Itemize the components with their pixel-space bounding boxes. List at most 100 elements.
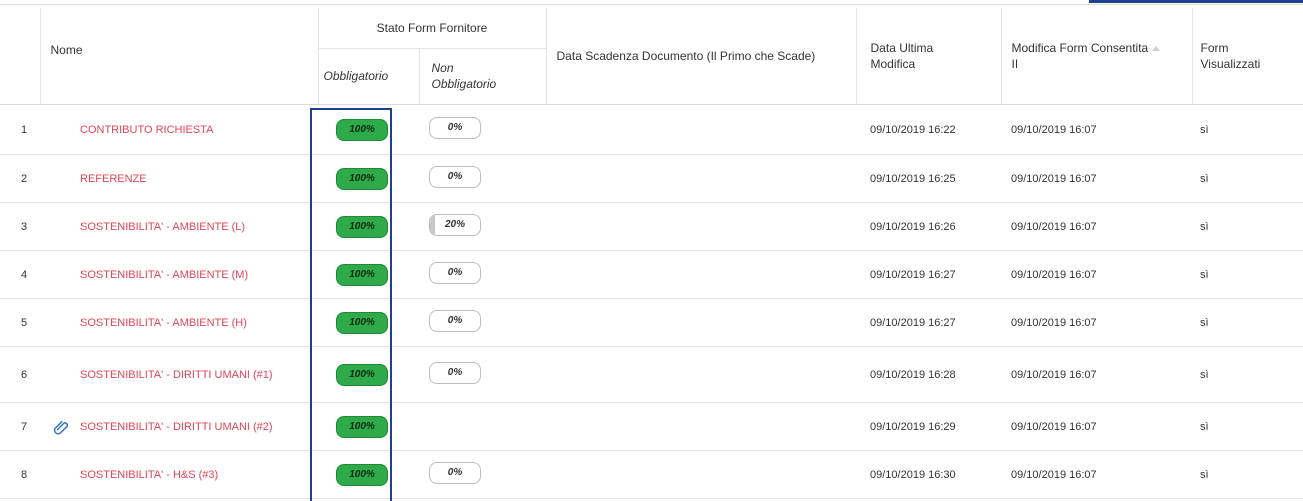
form-name-link[interactable]: SOSTENIBILITA' - H&S (#3) [80, 467, 280, 483]
scadenza-cell [546, 450, 857, 499]
table-row[interactable]: 7 SOSTENIBILITA' - DIRITTI UMANI (#2) 10… [0, 402, 1303, 451]
table-row[interactable]: 1 CONTRIBUTO RICHIESTA 100% 0% 09/10/201… [0, 104, 1303, 155]
scadenza-cell [546, 154, 857, 203]
form-name-link[interactable]: SOSTENIBILITA' - DIRITTI UMANI (#1) [80, 367, 280, 383]
row-index: 1 [0, 104, 40, 155]
table-row[interactable]: 5 SOSTENIBILITA' - AMBIENTE (H) 100% 0% … [0, 298, 1303, 347]
non-obbligatorio-cell: 0% [419, 154, 547, 203]
col-header-form-visualizzati[interactable]: Form Visualizzati [1192, 8, 1303, 104]
row-name-cell[interactable]: REFERENZE [40, 154, 318, 203]
modifica-consentita-cell: 09/10/2019 16:07 [1001, 450, 1193, 499]
non-obbligatorio-progress-pill: 0% [429, 262, 481, 284]
obbligatorio-cell: 100% [318, 402, 419, 451]
non-obbligatorio-cell [419, 402, 547, 451]
non-obbligatorio-progress-pill: 0% [429, 166, 481, 188]
non-obbligatorio-progress-text: 0% [447, 467, 463, 478]
form-name-link[interactable]: SOSTENIBILITA' - AMBIENTE (L) [80, 219, 280, 235]
row-index: 6 [0, 346, 40, 403]
obbligatorio-progress-text: 100% [349, 468, 375, 480]
row-name-cell[interactable]: SOSTENIBILITA' - AMBIENTE (H) [40, 298, 318, 347]
non-obbligatorio-progress-pill: 0% [429, 117, 481, 139]
scadenza-cell [546, 202, 857, 251]
obbligatorio-cell: 100% [318, 104, 419, 155]
obbligatorio-progress-text: 100% [349, 172, 375, 184]
visualizzati-cell: sì [1192, 402, 1303, 451]
row-name-cell[interactable]: SOSTENIBILITA' - DIRITTI UMANI (#2) [40, 402, 318, 451]
col-header-non-obbligatorio[interactable]: Non Obbligatorio [419, 48, 547, 104]
attachment-icon[interactable] [52, 418, 70, 436]
col-header-nome[interactable]: Nome [40, 8, 319, 104]
ultima-modifica-cell: 09/10/2019 16:26 [856, 202, 1002, 251]
non-obbligatorio-progress-text: 0% [447, 267, 463, 278]
obbligatorio-progress-text: 100% [349, 316, 375, 328]
form-name-link[interactable]: SOSTENIBILITA' - DIRITTI UMANI (#2) [80, 419, 280, 435]
col-header-visualizzati-label: Form Visualizzati [1200, 41, 1261, 71]
form-name-link[interactable]: SOSTENIBILITA' - AMBIENTE (M) [80, 267, 280, 283]
row-name-cell[interactable]: SOSTENIBILITA' - H&S (#3) [40, 450, 318, 499]
non-obbligatorio-progress-pill: 0% [429, 462, 481, 484]
col-header-data-ultima[interactable]: Data Ultima Modifica [856, 8, 1002, 104]
obbligatorio-cell: 100% [318, 154, 419, 203]
obbligatorio-progress-text: 100% [349, 220, 375, 232]
row-name-cell[interactable]: SOSTENIBILITA' - AMBIENTE (M) [40, 250, 318, 299]
col-header-non-obbligatorio-label: Non Obbligatorio [431, 61, 497, 92]
table-row[interactable]: 8 SOSTENIBILITA' - H&S (#3) 100% 0% 09/1… [0, 450, 1303, 499]
table-row[interactable]: 2 REFERENZE 100% 0% 09/10/2019 16:25 09/… [0, 154, 1303, 203]
col-header-obbligatorio[interactable]: Obbligatorio [318, 48, 420, 104]
row-index: 3 [0, 202, 40, 251]
forms-table: Nome Stato Form Fornitore Data Scadenza … [0, 8, 1303, 499]
visualizzati-cell: sì [1192, 250, 1303, 299]
scadenza-cell [546, 346, 857, 403]
modifica-consentita-cell: 09/10/2019 16:07 [1001, 104, 1193, 155]
visualizzati-cell: sì [1192, 346, 1303, 403]
ultima-modifica-cell: 09/10/2019 16:22 [856, 104, 1002, 155]
obbligatorio-progress-pill: 100% [336, 167, 388, 190]
modifica-consentita-cell: 09/10/2019 16:07 [1001, 298, 1193, 347]
active-tab-indicator [1089, 0, 1303, 3]
non-obbligatorio-cell: 0% [419, 346, 547, 403]
obbligatorio-progress-pill: 100% [336, 415, 388, 438]
obbligatorio-progress-text: 100% [349, 123, 375, 135]
obbligatorio-cell: 100% [318, 202, 419, 251]
ultima-modifica-cell: 09/10/2019 16:28 [856, 346, 1002, 403]
non-obbligatorio-cell: 0% [419, 298, 547, 347]
non-obbligatorio-cell: 20% [419, 202, 547, 251]
ultima-modifica-cell: 09/10/2019 16:25 [856, 154, 1002, 203]
col-header-nome-label: Nome [50, 43, 83, 57]
obbligatorio-progress-text: 100% [349, 420, 375, 432]
sort-caret-icon[interactable] [1152, 46, 1161, 52]
form-name-link[interactable]: SOSTENIBILITA' - AMBIENTE (H) [80, 315, 280, 331]
visualizzati-cell: sì [1192, 104, 1303, 155]
row-name-cell[interactable]: CONTRIBUTO RICHIESTA [40, 104, 318, 155]
visualizzati-cell: sì [1192, 450, 1303, 499]
row-name-cell[interactable]: SOSTENIBILITA' - DIRITTI UMANI (#1) [40, 346, 318, 403]
table-row[interactable]: 4 SOSTENIBILITA' - AMBIENTE (M) 100% 0% … [0, 250, 1303, 299]
ultima-modifica-cell: 09/10/2019 16:27 [856, 298, 1002, 347]
row-name-cell[interactable]: SOSTENIBILITA' - AMBIENTE (L) [40, 202, 318, 251]
obbligatorio-progress-pill: 100% [336, 311, 388, 334]
non-obbligatorio-progress-text: 0% [447, 315, 463, 326]
obbligatorio-progress-pill: 100% [336, 263, 388, 286]
row-index: 4 [0, 250, 40, 299]
scadenza-cell [546, 104, 857, 155]
form-name-link[interactable]: REFERENZE [80, 171, 280, 187]
scadenza-cell [546, 402, 857, 451]
col-header-data-scadenza[interactable]: Data Scadenza Documento (Il Primo che Sc… [546, 8, 857, 104]
col-header-modifica-consentita[interactable]: Modifica Form Consentita II [1001, 8, 1193, 104]
row-index: 8 [0, 450, 40, 499]
ultima-modifica-cell: 09/10/2019 16:27 [856, 250, 1002, 299]
table-row[interactable]: 3 SOSTENIBILITA' - AMBIENTE (L) 100% 20%… [0, 202, 1303, 251]
obbligatorio-cell: 100% [318, 298, 419, 347]
obbligatorio-progress-pill: 100% [336, 118, 388, 141]
non-obbligatorio-progress-text: 0% [447, 367, 463, 378]
col-header-modifica-label: Modifica Form Consentita [1011, 41, 1149, 55]
non-obbligatorio-progress-text: 0% [447, 122, 463, 133]
non-obbligatorio-cell: 0% [419, 104, 547, 155]
modifica-consentita-cell: 09/10/2019 16:07 [1001, 202, 1193, 251]
obbligatorio-cell: 100% [318, 450, 419, 499]
visualizzati-cell: sì [1192, 202, 1303, 251]
form-name-link[interactable]: CONTRIBUTO RICHIESTA [80, 122, 280, 138]
col-header-data-scadenza-label: Data Scadenza Documento (Il Primo che Sc… [556, 49, 816, 63]
col-header-index [0, 8, 41, 104]
table-row[interactable]: 6 SOSTENIBILITA' - DIRITTI UMANI (#1) 10… [0, 346, 1303, 403]
